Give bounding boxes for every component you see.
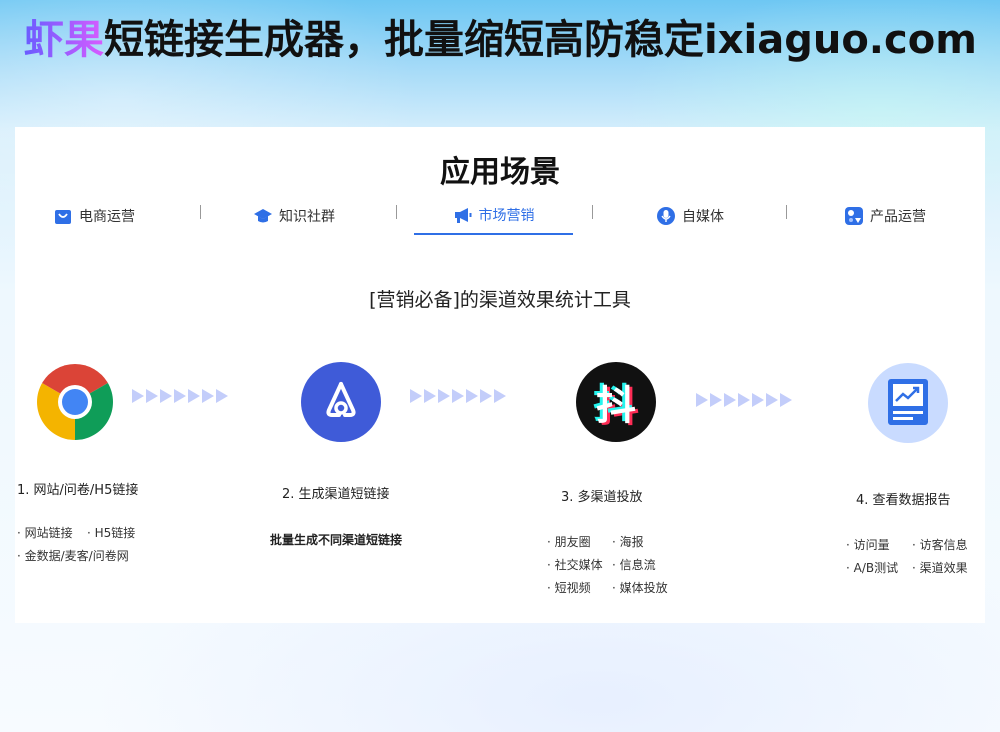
step-3-bullets: · 朋友圈 · 海报 · 社交媒体 · 信息流 · 短视频 · 媒体投放 [547, 530, 668, 599]
step-2-note: 批量生成不同渠道短链接 [270, 533, 403, 547]
section-title: 应用场景 [440, 155, 560, 190]
tab-label: 知识社群 [279, 209, 335, 225]
list-item: · 朋友圈 · 海报 [547, 535, 644, 549]
microphone-icon [657, 207, 675, 225]
douyin-icon: 抖 [576, 362, 656, 442]
tab-knowledge[interactable]: 知识社群 [235, 197, 353, 235]
product-cube-icon [845, 207, 863, 225]
list-item: · 金数据/麦客/问卷网 [17, 549, 129, 563]
tab-label: 自媒体 [682, 209, 724, 225]
chart-trend-icon [888, 379, 928, 425]
flow-arrows [696, 393, 792, 407]
tab-divider [396, 205, 397, 219]
megaphone-icon [454, 208, 471, 223]
scenario-card: 应用场景 电商运营 知识社群 市场营销 自媒体 产品运营 [营销必备]的渠道效果… [15, 127, 985, 623]
tab-divider [592, 205, 593, 219]
brand-name: 虾果 [24, 17, 104, 63]
tab-marketing[interactable]: 市场营销 [414, 197, 573, 235]
list-item: · 访问量 · 访客信息 [846, 538, 968, 552]
shopping-bag-icon [55, 210, 71, 224]
tab-self-media[interactable]: 自媒体 [630, 197, 750, 235]
step-4-label: 4. 查看数据报告 [856, 493, 951, 508]
step-3-label: 3. 多渠道投放 [561, 490, 643, 505]
scenario-tabs: 电商运营 知识社群 市场营销 自媒体 产品运营 [15, 197, 985, 237]
page-headline: 虾果短链接生成器，批量缩短高防稳定ixiaguo.com [24, 12, 994, 68]
step-1-label: 1. 网站/问卷/H5链接 [17, 483, 139, 498]
tab-label: 市场营销 [478, 208, 535, 224]
data-report-icon [868, 363, 948, 443]
step-4-bullets: · 访问量 · 访客信息 · A/B测试 · 渠道效果 [846, 533, 968, 579]
flow-arrows [132, 389, 228, 403]
flow-arrows [410, 389, 506, 403]
tab-ecommerce[interactable]: 电商运营 [35, 197, 153, 235]
list-item: · 网站链接 · H5链接 [17, 526, 136, 540]
chrome-icon [37, 364, 113, 440]
tab-label: 电商运营 [79, 209, 135, 225]
tab-label: 产品运营 [870, 209, 926, 225]
scenario-subtitle: [营销必备]的渠道效果统计工具 [369, 289, 631, 311]
tab-divider [786, 205, 787, 219]
shortlink-logo-icon [301, 362, 381, 442]
graduation-cap-icon [254, 209, 272, 223]
step-2-label: 2. 生成渠道短链接 [282, 487, 390, 502]
tab-divider [200, 205, 201, 219]
headline-text: 短链接生成器，批量缩短高防稳定ixiaguo.com [104, 17, 977, 63]
step-1-bullets: · 网站链接 · H5链接 · 金数据/麦客/问卷网 [17, 521, 135, 567]
list-item: · A/B测试 · 渠道效果 [846, 561, 968, 575]
list-item: · 短视频 · 媒体投放 [547, 581, 668, 595]
list-item: · 社交媒体 · 信息流 [547, 558, 656, 572]
tab-product-ops[interactable]: 产品运营 [823, 197, 947, 235]
